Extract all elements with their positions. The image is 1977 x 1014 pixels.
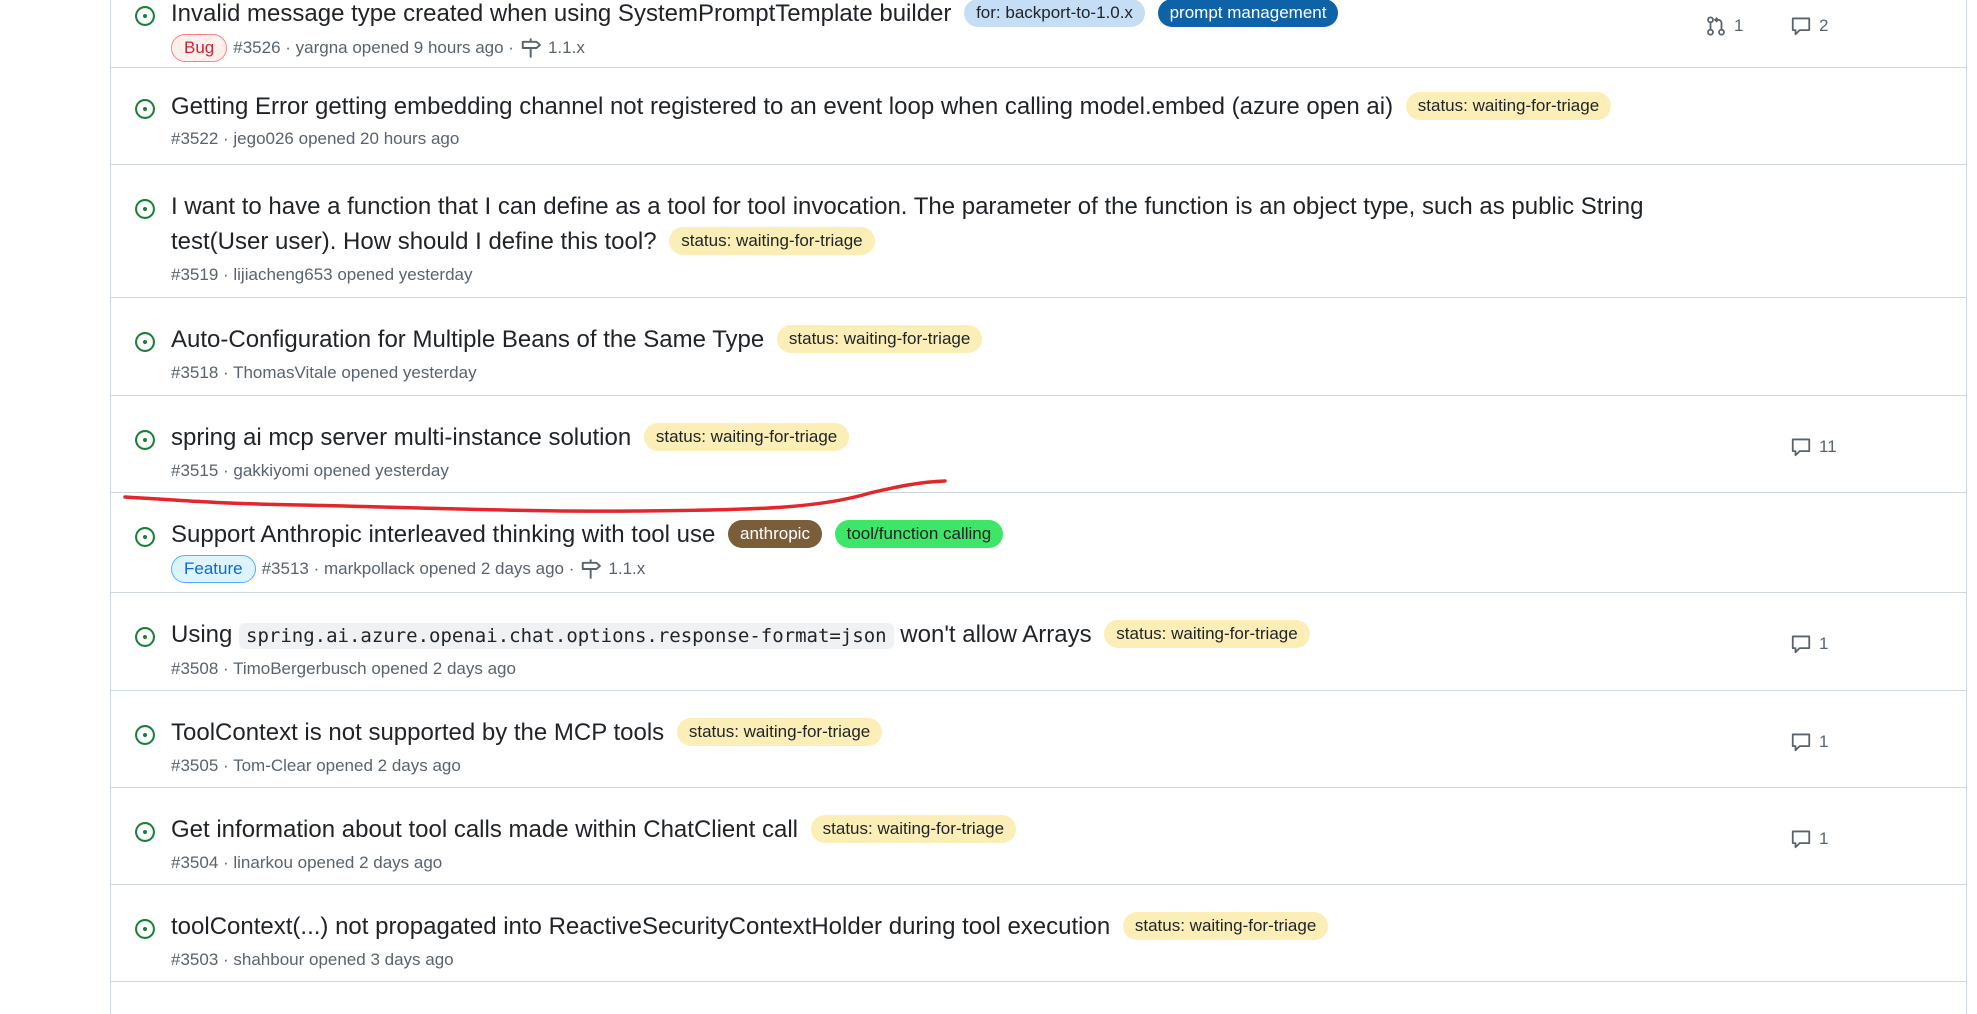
issue-title-link[interactable]: I want to have a function that I can def… xyxy=(171,193,1643,220)
issue-title-link[interactable]: Support Anthropic interleaved thinking w… xyxy=(171,521,715,548)
issue-row: Get information about tool calls made wi… xyxy=(111,787,1966,885)
issue-title-link[interactable]: toolContext(...) not propagated into Rea… xyxy=(171,913,1110,940)
comments-link[interactable]: 1 xyxy=(1789,633,1828,655)
label-waiting-for-triage[interactable]: status: waiting-for-triage xyxy=(1104,620,1310,648)
comment-icon xyxy=(1791,830,1811,849)
issue-meta: #3505 · Tom-Clear opened 2 days ago xyxy=(171,756,461,775)
comments-link[interactable]: 1 xyxy=(1789,828,1828,850)
label-waiting-for-triage[interactable]: status: waiting-for-triage xyxy=(1122,912,1329,940)
label-tool-function-calling[interactable]: tool/function calling xyxy=(834,520,1004,548)
issue-meta: #3503 · shahbour opened 3 days ago xyxy=(171,950,454,969)
git-pull-request-icon xyxy=(1707,16,1725,36)
issue-title-link[interactable]: Get information about tool calls made wi… xyxy=(171,816,798,843)
label-anthropic[interactable]: anthropic xyxy=(728,520,822,548)
issue-title-link-rest[interactable]: won't allow Arrays xyxy=(900,621,1091,648)
comment-icon xyxy=(1791,438,1811,457)
comment-icon xyxy=(1791,17,1811,36)
label-waiting-for-triage[interactable]: status: waiting-for-triage xyxy=(643,423,850,451)
pr-count: 1 xyxy=(1734,16,1744,35)
label-backport[interactable]: for: backport-to-1.0.x xyxy=(964,0,1145,27)
comment-icon xyxy=(1791,733,1811,752)
issue-title-link[interactable]: Using xyxy=(171,621,232,648)
issue-meta: #3504 · linarkou opened 2 days ago xyxy=(171,853,443,872)
issue-type-bug-badge[interactable]: Bug xyxy=(171,34,228,62)
issue-meta: #3513 · markpollack opened 2 days ago · xyxy=(261,559,575,578)
issue-row: ToolContext is not supported by the MCP … xyxy=(111,690,1966,788)
milestone-link[interactable]: 1.1.x xyxy=(608,559,645,579)
issue-opened-icon xyxy=(135,6,155,26)
label-prompt-management[interactable]: prompt management xyxy=(1157,0,1339,27)
comment-count: 11 xyxy=(1819,437,1837,456)
comment-count: 1 xyxy=(1819,634,1829,653)
issue-title-link[interactable]: Getting Error getting embedding channel … xyxy=(171,93,1393,120)
comments-link[interactable]: 2 xyxy=(1789,15,1828,37)
issue-opened-icon xyxy=(135,725,155,745)
issue-opened-icon xyxy=(135,99,155,119)
milestone-link[interactable]: 1.1.x xyxy=(548,38,585,58)
issue-meta: #3526 · yargna opened 9 hours ago · xyxy=(233,38,514,57)
issue-meta: #3508 · TimoBergerbusch opened 2 days ag… xyxy=(171,659,516,678)
issue-title-link[interactable]: ToolContext is not supported by the MCP … xyxy=(171,719,664,746)
comment-icon xyxy=(1791,635,1811,654)
issue-row: I want to have a function that I can def… xyxy=(111,164,1966,298)
label-waiting-for-triage[interactable]: status: waiting-for-triage xyxy=(1405,92,1612,120)
issue-row: Invalid message type created when using … xyxy=(111,0,1966,68)
issue-row: Auto-Configuration for Multiple Beans of… xyxy=(111,297,1966,396)
label-waiting-for-triage[interactable]: status: waiting-for-triage xyxy=(776,325,983,353)
issue-title-link[interactable]: Auto-Configuration for Multiple Beans of… xyxy=(171,326,764,353)
issue-list: Invalid message type created when using … xyxy=(110,0,1967,1014)
issue-row: toolContext(...) not propagated into Rea… xyxy=(111,884,1966,982)
label-waiting-for-triage[interactable]: status: waiting-for-triage xyxy=(810,815,1017,843)
issue-opened-icon xyxy=(135,822,155,842)
issue-title-link[interactable]: spring ai mcp server multi-instance solu… xyxy=(171,424,631,451)
inline-code: spring.ai.azure.openai.chat.options.resp… xyxy=(239,623,894,649)
label-waiting-for-triage[interactable]: status: waiting-for-triage xyxy=(669,227,875,255)
label-waiting-for-triage[interactable]: status: waiting-for-triage xyxy=(676,718,883,746)
issue-opened-icon xyxy=(135,919,155,939)
issue-meta: #3515 · gakkiyomi opened yesterday xyxy=(171,461,449,480)
issue-type-feature-badge[interactable]: Feature xyxy=(171,555,256,583)
milestone-icon xyxy=(521,38,541,58)
issue-row: Using spring.ai.azure.openai.chat.option… xyxy=(111,592,1966,691)
issue-title-link-continued[interactable]: test(User user). How should I define thi… xyxy=(171,228,657,255)
issue-meta: #3518 · ThomasVitale opened yesterday xyxy=(171,363,477,382)
comment-count: 2 xyxy=(1819,16,1829,35)
issue-opened-icon xyxy=(135,627,155,647)
issue-opened-icon xyxy=(135,332,155,352)
issue-row: Support Anthropic interleaved thinking w… xyxy=(111,492,1966,593)
issue-meta: #3519 · lijiacheng653 opened yesterday xyxy=(171,265,473,284)
issue-meta: #3522 · jego026 opened 20 hours ago xyxy=(171,129,460,148)
issue-title-link[interactable]: Invalid message type created when using … xyxy=(171,0,951,27)
milestone-icon xyxy=(582,559,602,579)
comment-count: 1 xyxy=(1819,829,1829,848)
issue-opened-icon xyxy=(135,199,155,219)
issue-opened-icon xyxy=(135,527,155,547)
linked-pr[interactable]: 1 xyxy=(1704,15,1743,37)
issue-row: Getting Error getting embedding channel … xyxy=(111,67,1966,165)
comments-link[interactable]: 1 xyxy=(1789,731,1828,753)
issue-row: spring ai mcp server multi-instance solu… xyxy=(111,395,1966,493)
issue-opened-icon xyxy=(135,430,155,450)
comments-link[interactable]: 11 xyxy=(1789,436,1837,458)
comment-count: 1 xyxy=(1819,732,1829,751)
